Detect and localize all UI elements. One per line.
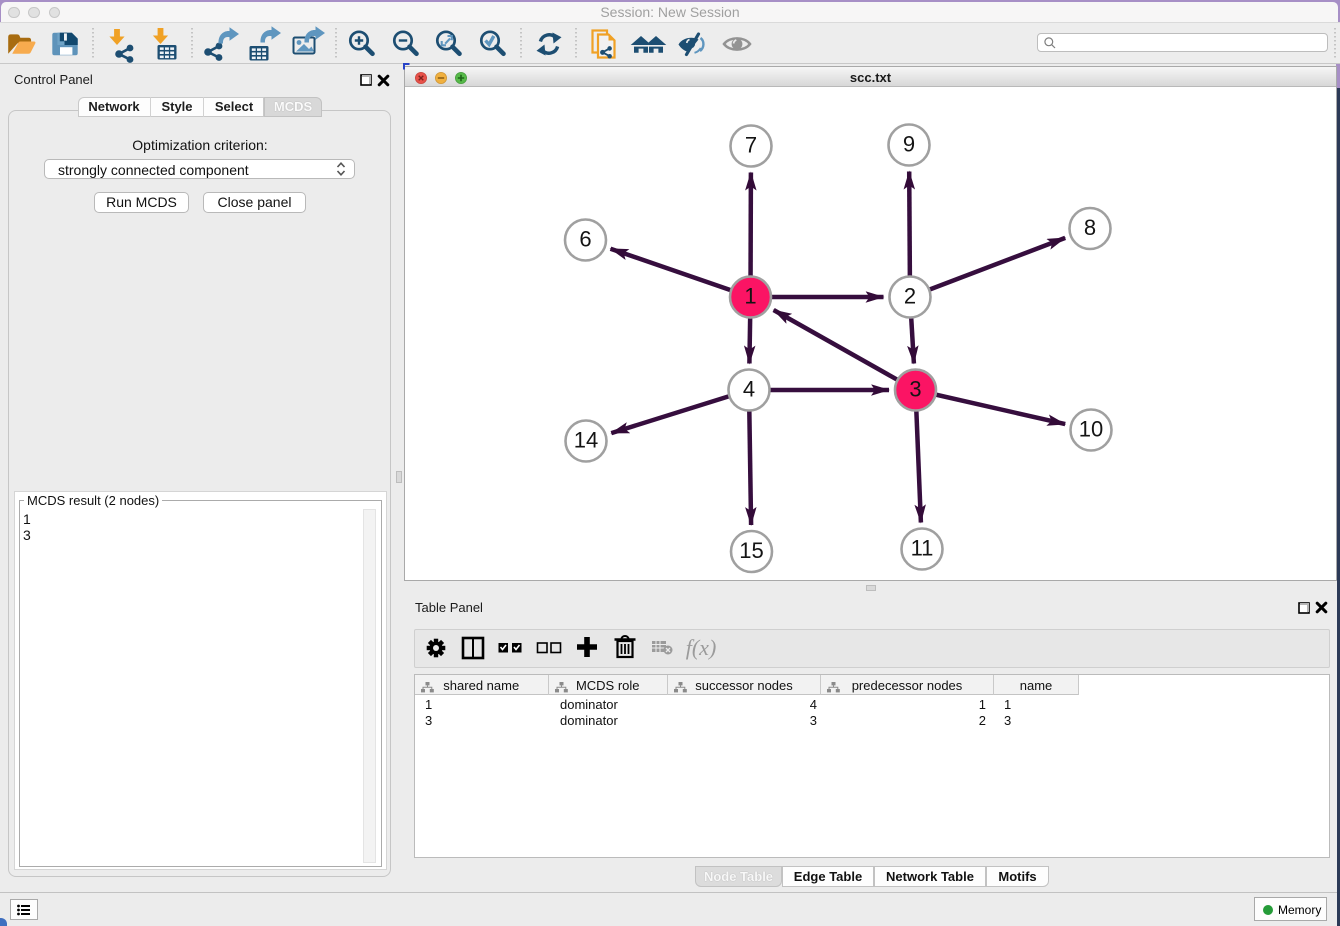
svg-text:15: 15: [739, 538, 763, 563]
svg-text:11: 11: [911, 536, 934, 561]
svg-text:6: 6: [579, 227, 591, 252]
svg-text:2: 2: [904, 284, 916, 309]
svg-text:3: 3: [909, 377, 921, 402]
svg-text:10: 10: [1079, 417, 1103, 442]
svg-text:7: 7: [745, 133, 757, 158]
svg-text:14: 14: [574, 428, 598, 453]
svg-text:4: 4: [743, 377, 755, 402]
svg-text:8: 8: [1084, 215, 1096, 240]
svg-text:f(x): f(x): [686, 635, 717, 660]
svg-text:9: 9: [903, 132, 915, 157]
svg-text:1: 1: [744, 284, 756, 309]
